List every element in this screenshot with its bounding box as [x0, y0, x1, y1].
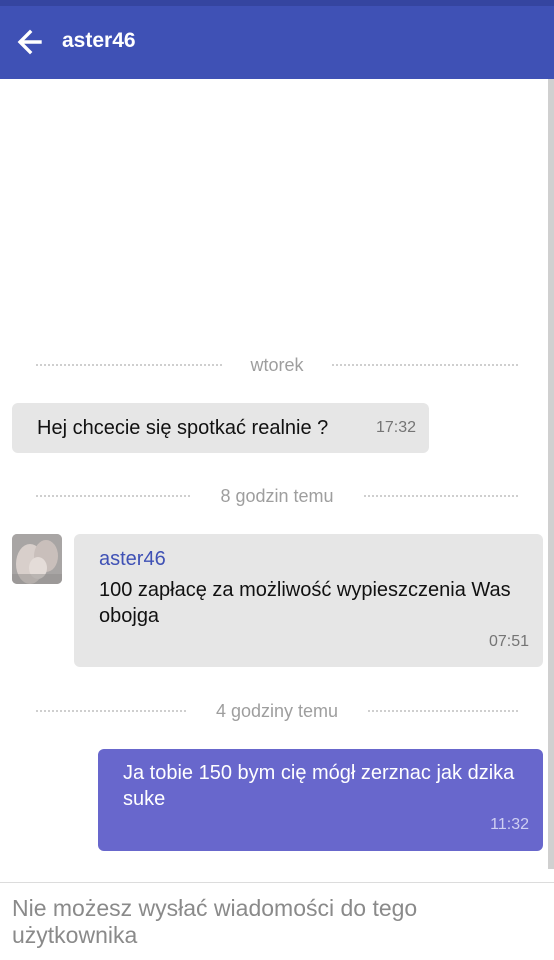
avatar[interactable]: [12, 534, 62, 584]
arrow-left-icon: [17, 29, 42, 55]
message-time: 17:32: [375, 419, 416, 436]
sender-name[interactable]: aster46: [99, 546, 166, 572]
message-bubble[interactable]: aster46 100 zapłacę za możliwość wypiesz…: [74, 534, 543, 667]
avatar-image: [12, 534, 62, 584]
message-time: 11:32: [490, 816, 529, 833]
app-bar: aster46: [0, 0, 554, 79]
date-separator: 8 godzin temu: [36, 484, 518, 508]
composer-notice: Nie możesz wysłać wiadomości do tego uży…: [12, 895, 418, 948]
message-bubble[interactable]: Ja tobie 150 bym cię mógł zerznac jak dz…: [98, 749, 543, 851]
message-text: Hej chcecie się spotkać realnie ?: [37, 417, 329, 439]
scrollbar[interactable]: [548, 79, 554, 869]
message-text: 100 zapłacę za możliwość wypieszczenia W…: [99, 579, 511, 627]
date-separator: 4 godziny temu: [36, 699, 518, 723]
conversation-title: aster46: [62, 29, 136, 52]
message-text: Ja tobie 150 bym cię mógł zerznac jak dz…: [123, 762, 515, 810]
message-bubble[interactable]: Hej chcecie się spotkać realnie ? 17:32: [12, 403, 429, 453]
message-time: 07:51: [488, 633, 529, 650]
composer: Nie możesz wysłać wiadomości do tego uży…: [0, 882, 554, 960]
back-button[interactable]: [12, 24, 48, 60]
date-separator: wtorek: [36, 353, 518, 377]
